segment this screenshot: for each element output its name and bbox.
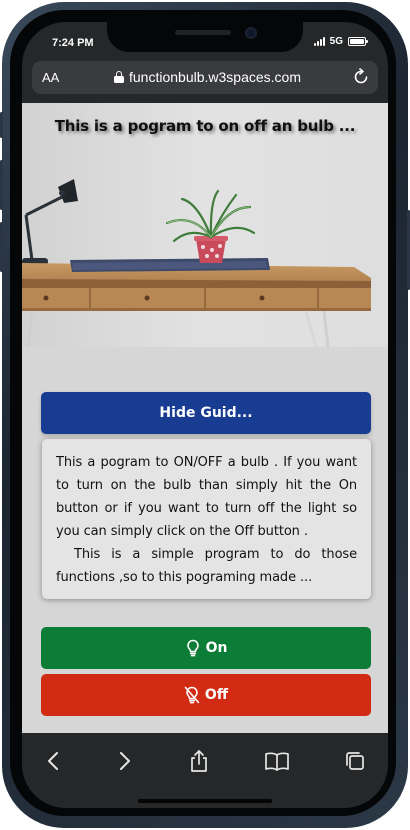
front-camera <box>245 27 257 39</box>
screen: 7:24 PM 5G AA functionbulb.w3spaces.com <box>22 22 388 808</box>
network-label: 5G <box>329 36 343 47</box>
guide-panel: This a pogram to ON/OFF a bulb . If you … <box>42 439 371 599</box>
forward-icon[interactable] <box>110 747 140 775</box>
guide-paragraph: This a pogram to ON/OFF a bulb . If you … <box>56 455 357 539</box>
volume-down-button <box>0 222 3 272</box>
off-button[interactable]: Off <box>41 674 371 716</box>
status-time: 7:24 PM <box>52 37 94 49</box>
off-button-label: Off <box>204 687 229 703</box>
lightbulb-slash-icon <box>184 686 200 704</box>
desk-illustration <box>22 103 388 347</box>
back-icon[interactable] <box>38 747 68 775</box>
on-button-label: On <box>205 640 228 656</box>
home-indicator[interactable] <box>138 799 272 803</box>
battery-icon <box>348 37 368 46</box>
address-bar[interactable]: AA functionbulb.w3spaces.com <box>32 61 378 94</box>
guide-text: This a pogram to ON/OFF a bulb . If you … <box>56 451 357 589</box>
signal-icon <box>313 37 325 46</box>
lock-icon <box>114 71 124 83</box>
url-display[interactable]: functionbulb.w3spaces.com <box>114 69 301 85</box>
share-icon[interactable] <box>184 747 214 775</box>
status-indicators: 5G <box>313 36 368 47</box>
bookmarks-icon[interactable] <box>262 747 292 775</box>
guide-paragraph: This is a simple program to do those fun… <box>56 547 357 585</box>
reload-icon[interactable] <box>352 68 370 86</box>
notch <box>107 22 303 52</box>
url-text[interactable]: functionbulb.w3spaces.com <box>129 69 301 85</box>
browser-toolbar <box>22 733 388 808</box>
tabs-icon[interactable] <box>340 747 370 775</box>
hero-title: This is a pogram to on off an bulb ... <box>54 117 356 135</box>
hide-guide-button[interactable]: Hide Guid... <box>41 392 371 434</box>
lightbulb-icon <box>186 639 199 657</box>
on-button[interactable]: On <box>41 627 371 669</box>
text-size-button[interactable]: AA <box>42 70 59 85</box>
volume-up-button <box>0 160 3 210</box>
web-page: This is a pogram to on off an bulb ... H… <box>22 103 388 733</box>
mute-switch <box>0 112 3 138</box>
speaker <box>175 30 231 35</box>
hero-image: This is a pogram to on off an bulb ... <box>22 103 388 347</box>
